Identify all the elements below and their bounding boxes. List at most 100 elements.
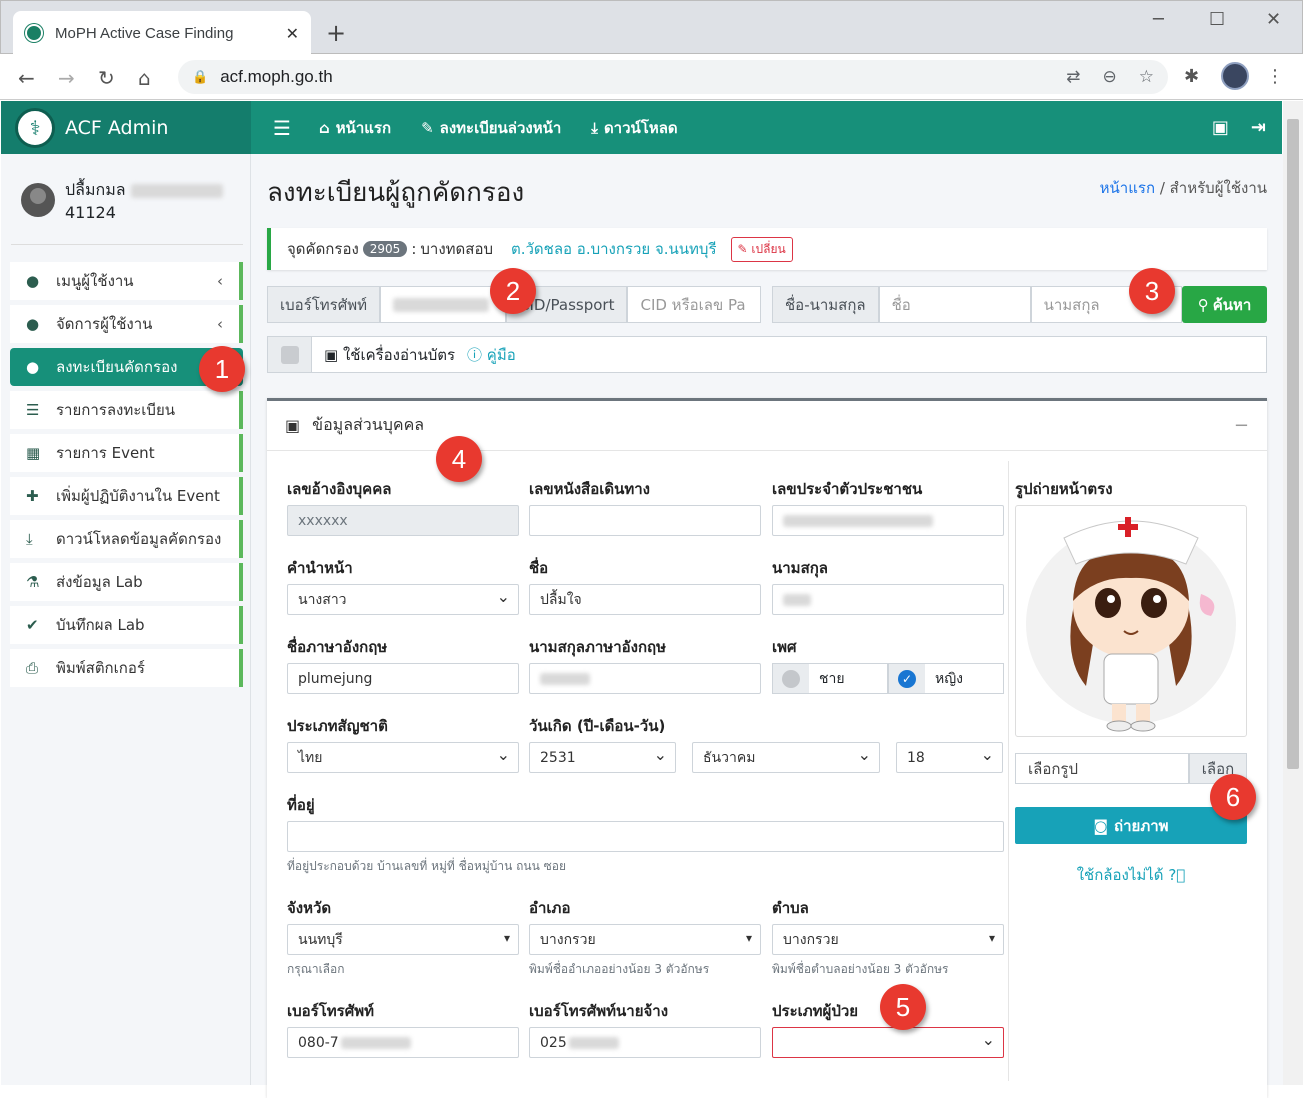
collapse-card-button[interactable]: − xyxy=(1234,415,1249,436)
sidebar-item-label: พิมพ์สติกเกอร์ xyxy=(56,659,145,677)
page-scrollbar[interactable] xyxy=(1283,101,1303,1085)
search-button-label: ค้นหา xyxy=(1212,295,1252,314)
search-cid-input[interactable]: CID หรือเลข Pa xyxy=(627,286,761,323)
sidebar-item-label: เพิ่มผู้ปฏิบัติงานใน Event xyxy=(56,487,220,505)
photo-field: รูปถ่ายหน้าตรง xyxy=(1015,477,1247,505)
elname-input[interactable] xyxy=(529,663,761,694)
card-reader-checkbox[interactable] xyxy=(268,337,312,372)
search-firstname-input[interactable]: ชื่อ xyxy=(878,286,1031,323)
employer-phone-value: 025 xyxy=(540,1034,567,1051)
passport-label: เลขหนังสือเดินทาง xyxy=(529,480,650,498)
manual-link[interactable]: ⓘ คู่มือ xyxy=(467,343,516,367)
efname-input[interactable]: plumejung xyxy=(287,663,519,694)
moph-favicon-icon xyxy=(25,24,43,42)
back-icon[interactable]: ← xyxy=(18,66,35,90)
step-marker-2: 2 xyxy=(490,268,536,314)
passport-input[interactable] xyxy=(529,505,761,536)
download-icon: ⤓ xyxy=(591,118,598,137)
subdistrict-select[interactable]: บางกรวย xyxy=(772,924,1004,955)
patient-type-select[interactable] xyxy=(772,1027,1004,1058)
reload-icon[interactable]: ↻ xyxy=(98,66,115,90)
sidebar-item-manage-users[interactable]: ● จัดการผู้ใช้งาน ‹ xyxy=(10,305,243,343)
search-phone-input[interactable] xyxy=(380,286,507,323)
extensions-icon[interactable]: ✱ xyxy=(1184,66,1199,87)
download-icon: ⤓ xyxy=(26,530,33,548)
scrollbar-thumb[interactable] xyxy=(1287,119,1299,769)
sidebar-item-send-lab[interactable]: ⚗ ส่งข้อมูล Lab xyxy=(10,563,243,601)
address-bar-row: ← → ↻ ⌂ 🔒 acf.moph.go.th ⇄ ⊖ ☆ ✱ ⋮ xyxy=(0,54,1303,100)
search-button[interactable]: ⚲ ค้นหา xyxy=(1182,286,1267,323)
lname-input[interactable] xyxy=(772,584,1004,615)
user-edit-icon: ● xyxy=(26,358,40,376)
logout-icon[interactable]: ⇥ xyxy=(1251,117,1266,138)
screening-point-name: บางทดสอบ xyxy=(420,240,493,258)
zoom-icon[interactable]: ⊖ xyxy=(1103,67,1117,87)
step-marker-3: 3 xyxy=(1129,268,1175,314)
district-select[interactable]: บางกรวย xyxy=(529,924,761,955)
fname-input[interactable]: ปลื้มใจ xyxy=(529,584,761,615)
prefix-select[interactable]: นางสาว xyxy=(287,584,519,615)
clipboard-icon: ✔ xyxy=(26,616,39,634)
sex-field: เพศ ชาย ✓ หญิง xyxy=(772,635,1004,694)
address-input[interactable] xyxy=(287,821,1004,852)
male-radio[interactable] xyxy=(773,664,809,693)
breadcrumb: หน้าแรก / สำหรับผู้ใช้งาน xyxy=(1100,176,1267,200)
sidebar-item-download-screening[interactable]: ⤓ ดาวน์โหลดข้อมูลคัดกรอง xyxy=(10,520,243,558)
app-brand[interactable]: ⚕ ACF Admin xyxy=(1,101,251,154)
sidebar-item-lab-results[interactable]: ✔ บันทึกผล Lab xyxy=(10,606,243,644)
screening-point-location[interactable]: ต.วัดชลอ อ.บางกรวย จ.นนทบุรี xyxy=(511,237,717,261)
home-icon[interactable]: ⌂ xyxy=(138,66,151,90)
card-header: ▣ ข้อมูลส่วนบุคคล − xyxy=(267,401,1267,451)
page-title: ลงทะเบียนผู้ถูกคัดกรอง xyxy=(267,178,525,208)
sidebar-item-add-worker[interactable]: ✚ เพิ่มผู้ปฏิบัติงานใน Event xyxy=(10,477,243,515)
breadcrumb-home[interactable]: หน้าแรก xyxy=(1100,179,1155,197)
dob-day-select[interactable]: 18 xyxy=(896,742,1003,773)
close-tab-icon[interactable]: ✕ xyxy=(286,24,299,43)
province-select[interactable]: นนทบุรี xyxy=(287,924,519,955)
translate-icon[interactable]: ⇄ xyxy=(1066,67,1080,87)
id-card-icon[interactable]: ▣ xyxy=(1212,117,1229,138)
take-photo-button[interactable]: ◙ ถ่ายภาพ xyxy=(1015,807,1247,844)
photo-file-input[interactable]: เลือกรูป xyxy=(1015,753,1189,784)
hamburger-menu-icon[interactable]: ☰ xyxy=(273,116,291,140)
sidebar-item-event-list[interactable]: ▦ รายการ Event xyxy=(10,434,243,472)
screening-point-badge: 2905 xyxy=(362,241,408,257)
minimize-window-icon[interactable]: ─ xyxy=(1153,9,1164,30)
maximize-window-icon[interactable]: ☐ xyxy=(1209,9,1225,30)
sidebar-item-registration-list[interactable]: ☰ รายการลงทะเบียน xyxy=(10,391,243,429)
browser-tab[interactable]: MoPH Active Case Finding ✕ xyxy=(13,11,311,55)
browser-tabstrip: MoPH Active Case Finding ✕ + ─ ☐ ✕ xyxy=(0,0,1303,55)
new-tab-icon[interactable]: + xyxy=(326,19,346,47)
sex-male-option[interactable]: ชาย xyxy=(772,663,888,694)
nav-home[interactable]: ⌂ หน้าแรก xyxy=(319,116,391,140)
dob-year-select[interactable]: 2531 xyxy=(529,742,676,773)
bookmark-star-icon[interactable]: ☆ xyxy=(1139,67,1154,87)
url-field[interactable]: 🔒 acf.moph.go.th ⇄ ⊖ ☆ xyxy=(178,60,1168,94)
phone-input[interactable]: 080-7 xyxy=(287,1027,519,1058)
sex-radio-group: ชาย ✓ หญิง xyxy=(772,663,1004,694)
subdistrict-field: ตำบลบางกรวยพิมพ์ชื่อตำบลอย่างน้อย 3 ตัวอ… xyxy=(772,896,1004,979)
user-id: 41124 xyxy=(65,203,116,222)
female-radio[interactable]: ✓ xyxy=(889,664,925,693)
employer-phone-input[interactable]: 025 xyxy=(529,1027,761,1058)
sex-female-option[interactable]: ✓ หญิง xyxy=(888,663,1004,694)
camera-unavailable-link[interactable]: ใช้กล้องไม่ได้ ?⃝ xyxy=(1015,863,1247,887)
forward-icon[interactable]: → xyxy=(58,66,75,90)
nav-preregister[interactable]: ✎ ลงทะเบียนล่วงหน้า xyxy=(421,116,561,140)
close-window-icon[interactable]: ✕ xyxy=(1266,9,1281,30)
profile-avatar[interactable] xyxy=(1221,62,1249,90)
prefix-field: คำนำหน้า นางสาว xyxy=(287,556,519,615)
sidebar-item-print-sticker[interactable]: ⎙ พิมพ์สติกเกอร์ xyxy=(10,649,243,687)
ref-field: เลขอ้างอิงบุคคล xxxxxx xyxy=(287,477,519,536)
cid-input[interactable] xyxy=(772,505,1004,536)
top-navbar: ☰ ⌂ หน้าแรก ✎ ลงทะเบียนล่วงหน้า ⤓ ดาวน์โหลด… xyxy=(251,101,1282,154)
nav-download[interactable]: ⤓ ดาวน์โหลด xyxy=(591,116,677,140)
browser-menu-icon[interactable]: ⋮ xyxy=(1266,66,1284,87)
sidebar-item-user-menu[interactable]: ● เมนูผู้ใช้งาน ‹ xyxy=(10,262,243,300)
change-point-button[interactable]: ✎ เปลี่ยน xyxy=(730,236,793,262)
dob-month-select[interactable]: ธันวาคม xyxy=(692,742,880,773)
sidebar-item-label: รายการลงทะเบียน xyxy=(56,401,175,419)
nationality-select[interactable]: ไทย xyxy=(287,742,519,773)
address-label: ที่อยู่ xyxy=(287,796,315,814)
question-circle-icon: ?⃝ xyxy=(1168,866,1186,884)
